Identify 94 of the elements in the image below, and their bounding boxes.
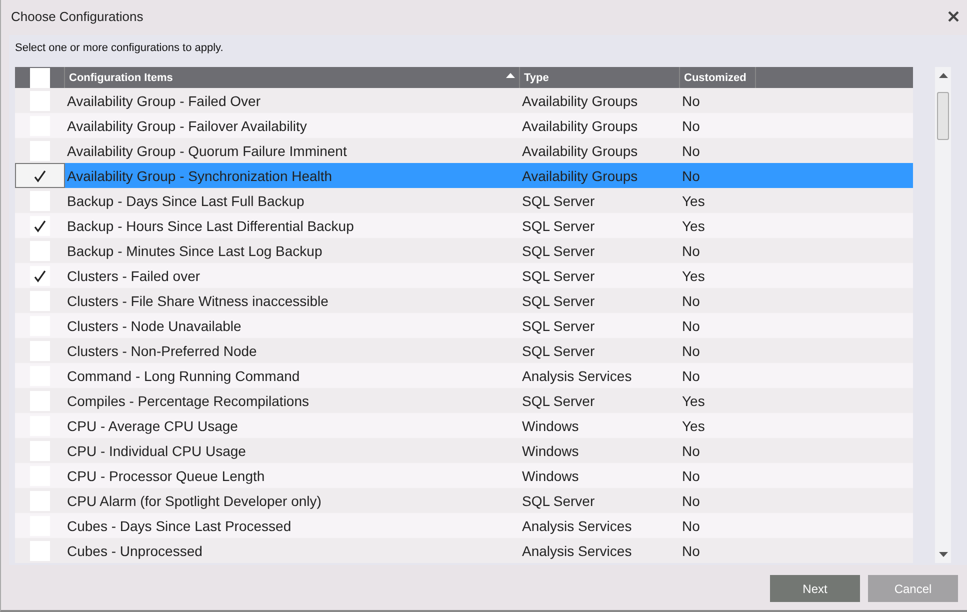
table-row[interactable]: CPU - Average CPU Usage Windows Yes bbox=[15, 413, 913, 438]
table-row[interactable]: Clusters - File Share Witness inaccessible SQL Server No bbox=[15, 288, 913, 313]
table-cell: Clusters - Node Unavailable bbox=[67, 318, 242, 334]
table-row[interactable]: Clusters - Node Unavailable SQL Server No bbox=[15, 313, 913, 338]
table-cell: CPU - Average CPU Usage bbox=[67, 418, 238, 434]
table-row[interactable]: Cubes - Days Since Last Processed Analysis Services No bbox=[15, 513, 913, 538]
table-cell: Availability Group - Failed Over bbox=[67, 92, 260, 108]
scroll-thumb[interactable] bbox=[937, 92, 949, 140]
table-cell: No bbox=[682, 118, 700, 134]
table-cell: Cubes - Days Since Last Processed bbox=[67, 518, 292, 534]
table-row[interactable]: Availability Group - Quorum Failure Imminent Availability Groups No bbox=[15, 138, 913, 163]
table-cell: Yes bbox=[682, 418, 705, 434]
table-cell: Availability Groups bbox=[522, 168, 638, 184]
table-cell: Yes bbox=[682, 392, 705, 408]
table-cell: No bbox=[682, 542, 700, 558]
table-row[interactable]: Backup - Hours Since Last Differential Backup SQL Server Yes bbox=[15, 213, 913, 238]
table-cell: Availability Groups bbox=[522, 92, 638, 108]
table-cell: No bbox=[682, 168, 700, 184]
table-cell: SQL Server bbox=[522, 342, 595, 358]
table-cell: No bbox=[682, 242, 700, 258]
row-checkbox[interactable] bbox=[30, 266, 50, 286]
close-icon bbox=[948, 10, 959, 22]
table-cell: No bbox=[682, 92, 700, 108]
table-cell: Clusters - Non-Preferred Node bbox=[67, 342, 257, 358]
table-row[interactable]: Compiles - Percentage Recompilations SQL Server Yes bbox=[15, 388, 913, 413]
table-cell: Backup - Minutes Since Last Log Backup bbox=[67, 242, 322, 258]
table-cell: Analysis Services bbox=[522, 542, 632, 558]
table-cell: Analysis Services bbox=[522, 368, 632, 384]
table-cell: No bbox=[682, 468, 700, 484]
table-cell: No bbox=[682, 292, 700, 308]
check-icon bbox=[33, 268, 47, 282]
table-row[interactable]: Availability Group - Synchronization Health Availability Groups No bbox=[15, 163, 913, 188]
table-cell: Clusters - Failed over bbox=[67, 268, 200, 284]
table-cell: Compiles - Percentage Recompilations bbox=[67, 392, 309, 408]
table-cell: SQL Server bbox=[522, 318, 595, 334]
table-cell: Availability Group - Quorum Failure Imminent bbox=[67, 142, 347, 158]
table-cell: Command - Long Running Command bbox=[67, 368, 300, 384]
column-header[interactable]: Configuration Items bbox=[69, 72, 173, 84]
table-cell: SQL Server bbox=[522, 218, 595, 234]
table-cell: No bbox=[682, 518, 700, 534]
table-cell: Availability Group - Synchronization Health bbox=[67, 168, 332, 184]
close-button[interactable] bbox=[946, 8, 961, 24]
table-cell: CPU - Processor Queue Length bbox=[67, 468, 265, 484]
table-row[interactable]: Clusters - Non-Preferred Node SQL Server No bbox=[15, 338, 913, 363]
table-cell: SQL Server bbox=[522, 292, 595, 308]
check-icon bbox=[33, 218, 47, 232]
table-cell: SQL Server bbox=[522, 242, 595, 258]
scroll-up-icon[interactable] bbox=[938, 73, 948, 78]
table-cell: Availability Group - Failover Availability bbox=[67, 118, 307, 134]
table-row[interactable]: Availability Group - Failover Availability Availability Groups No bbox=[15, 113, 913, 138]
table-cell: Availability Groups bbox=[522, 142, 638, 158]
table-cell: Yes bbox=[682, 218, 705, 234]
select-all-checkbox[interactable] bbox=[30, 68, 50, 88]
table-cell: Windows bbox=[522, 418, 579, 434]
row-checkbox[interactable] bbox=[30, 216, 50, 236]
scroll-down-icon[interactable] bbox=[938, 552, 948, 557]
table-row[interactable]: CPU - Processor Queue Length Windows No bbox=[15, 463, 913, 488]
check-icon bbox=[33, 168, 47, 182]
table-cell: Backup - Hours Since Last Differential Backup bbox=[67, 218, 354, 234]
table-cell: Windows bbox=[522, 442, 579, 458]
table-cell: No bbox=[682, 492, 700, 508]
window-title: Choose Configurations bbox=[11, 8, 144, 24]
scrollbar[interactable] bbox=[935, 67, 951, 563]
table-cell: No bbox=[682, 342, 700, 358]
table-cell: SQL Server bbox=[522, 268, 595, 284]
table-cell: No bbox=[682, 142, 700, 158]
instruction-text: Select one or more configurations to apply. bbox=[15, 41, 224, 56]
table-cell: No bbox=[682, 442, 700, 458]
table-cell: Yes bbox=[682, 192, 705, 208]
table-cell: Yes bbox=[682, 268, 705, 284]
next-button[interactable]: Next bbox=[770, 575, 860, 602]
table-row[interactable]: Backup - Minutes Since Last Log Backup SQL Server No bbox=[15, 238, 913, 263]
table-cell: CPU - Individual CPU Usage bbox=[67, 442, 246, 458]
table-row[interactable]: CPU Alarm (for Spotlight Developer only) SQL Server No bbox=[15, 488, 913, 513]
table-cell: SQL Server bbox=[522, 492, 595, 508]
table-cell: SQL Server bbox=[522, 192, 595, 208]
table-cell: Cubes - Unprocessed bbox=[67, 542, 202, 558]
table-cell: Backup - Days Since Last Full Backup bbox=[67, 192, 304, 208]
table-row[interactable]: Clusters - Failed over SQL Server Yes bbox=[15, 263, 913, 288]
table-cell: CPU Alarm (for Spotlight Developer only) bbox=[67, 492, 322, 508]
column-header[interactable]: Customized bbox=[684, 72, 746, 84]
table-cell: Clusters - File Share Witness inaccessible bbox=[67, 292, 328, 308]
table-cell: Windows bbox=[522, 468, 579, 484]
table-row[interactable]: Availability Group - Failed Over Availability Groups No bbox=[15, 88, 913, 113]
table-row[interactable]: Command - Long Running Command Analysis Services No bbox=[15, 363, 913, 388]
table-row[interactable]: Backup - Days Since Last Full Backup SQL Server Yes bbox=[15, 188, 913, 213]
table-cell: Analysis Services bbox=[522, 518, 632, 534]
table-cell: No bbox=[682, 318, 700, 334]
column-header[interactable]: Type bbox=[524, 72, 549, 84]
table-cell: No bbox=[682, 368, 700, 384]
table-row[interactable]: Cubes - Unprocessed Analysis Services No bbox=[15, 538, 913, 563]
table-row[interactable]: CPU - Individual CPU Usage Windows No bbox=[15, 438, 913, 463]
table-cell: SQL Server bbox=[522, 392, 595, 408]
table-cell: Availability Groups bbox=[522, 118, 638, 134]
